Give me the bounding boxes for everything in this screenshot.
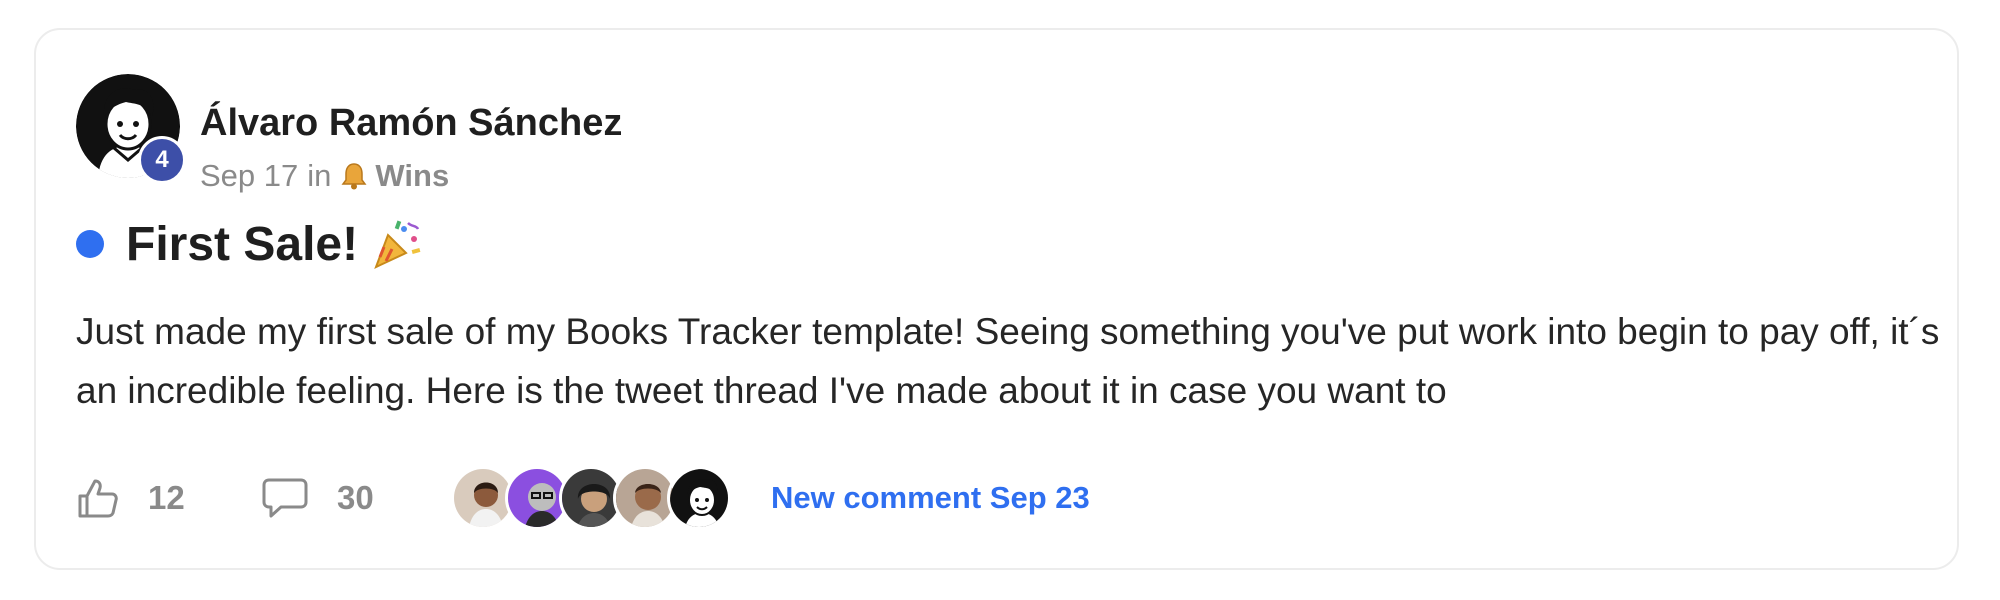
space-link-wins[interactable]: Wins [375, 158, 449, 194]
comment-bubble-icon [262, 478, 308, 518]
participant-avatars[interactable] [451, 466, 731, 530]
post-author-header: 4 Álvaro Ramón Sánchez Sep 17 in Wins [76, 74, 976, 194]
post-title-row: First Sale! [76, 212, 424, 276]
thumbs-up-icon [78, 479, 118, 518]
bell-icon [341, 163, 367, 190]
new-comment-link[interactable]: New comment Sep 23 [771, 480, 1090, 516]
post-meta: Sep 17 in Wins [200, 158, 449, 194]
post-in-label: in [307, 158, 332, 193]
comments-count: 30 [337, 479, 374, 516]
party-popper-icon [374, 220, 421, 269]
post-footer: 12 30 New comment Sep 23 [76, 462, 1876, 534]
author-name[interactable]: Álvaro Ramón Sánchez [200, 102, 622, 145]
unread-indicator-dot [76, 230, 104, 258]
post-title[interactable]: First Sale! [126, 217, 358, 272]
likes-count: 12 [148, 479, 185, 516]
post-date[interactable]: Sep 17 [200, 158, 298, 194]
author-level-badge: 4 [138, 136, 186, 184]
comments-button[interactable]: 30 [261, 476, 441, 520]
participant-avatar-icon [667, 466, 731, 530]
like-button[interactable]: 12 [76, 476, 261, 520]
post-card: 4 Álvaro Ramón Sánchez Sep 17 in Wins Fi… [34, 28, 1959, 570]
post-body[interactable]: Just made my first sale of my Books Trac… [76, 302, 1946, 420]
